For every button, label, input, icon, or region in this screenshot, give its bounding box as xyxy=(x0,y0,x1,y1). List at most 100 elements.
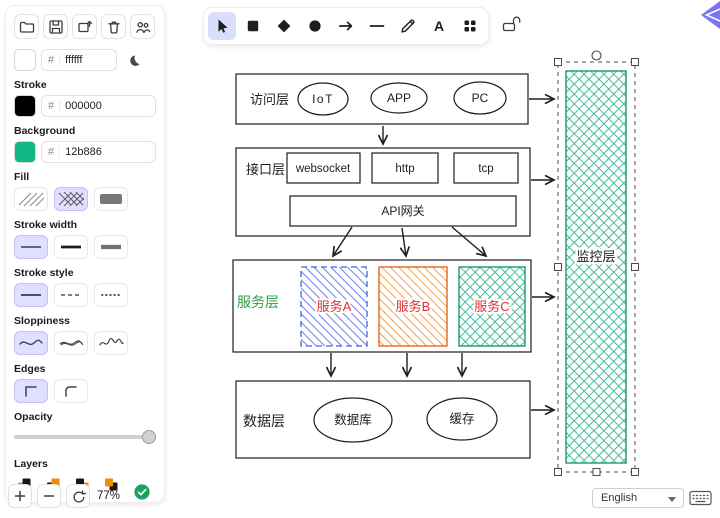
service-layer-title: 服务层 xyxy=(237,294,279,310)
sloppiness-options xyxy=(14,331,156,355)
stroke-width-bold-button[interactable] xyxy=(54,235,88,259)
stroke-color-input[interactable] xyxy=(65,100,149,112)
resize-handle-sw[interactable] xyxy=(555,469,562,476)
opacity-slider[interactable] xyxy=(14,429,156,445)
resize-handle-se[interactable] xyxy=(632,469,639,476)
zoom-out-button[interactable] xyxy=(37,484,61,508)
draw-tool[interactable] xyxy=(394,12,422,40)
save-button[interactable] xyxy=(43,14,68,39)
ellipse-icon xyxy=(306,17,324,35)
canvas-color-row: # xyxy=(14,49,156,71)
background-color-input[interactable] xyxy=(65,146,149,158)
arrow-tool[interactable] xyxy=(332,12,360,40)
cursor-icon xyxy=(213,17,231,35)
selection-tool[interactable] xyxy=(208,12,236,40)
file-actions-row xyxy=(14,14,156,39)
canvas-color-swatch[interactable] xyxy=(14,49,36,71)
rectangle-tool[interactable] xyxy=(239,12,267,40)
monitor-layer-group[interactable]: 监控层 xyxy=(566,71,626,463)
interface-layer-title: 接口层 xyxy=(246,162,285,177)
fill-hachure-button[interactable] xyxy=(14,187,48,211)
database-label: 数据库 xyxy=(334,412,372,427)
cache-label: 缓存 xyxy=(449,412,474,426)
stroke-color-row: # xyxy=(14,95,156,117)
collaborators-button[interactable] xyxy=(130,14,155,39)
stroke-width-thin-button[interactable] xyxy=(14,235,48,259)
delete-button[interactable] xyxy=(101,14,126,39)
canvas-color-input[interactable] xyxy=(65,54,110,66)
stroke-color-swatch[interactable] xyxy=(14,95,36,117)
edges-options xyxy=(14,379,156,403)
stroke-style-dotted-button[interactable] xyxy=(94,283,128,307)
keyboard-shortcuts-button[interactable] xyxy=(689,490,712,509)
diamond-icon xyxy=(275,17,293,35)
stroke-style-dashed-button[interactable] xyxy=(54,283,88,307)
stroke-width-options xyxy=(14,235,156,259)
resize-handle-e[interactable] xyxy=(632,264,639,271)
arrow-gateway-to-service-b[interactable] xyxy=(402,228,406,256)
interface-layer-group[interactable]: 接口层 websocket http tcp API网关 xyxy=(236,148,530,236)
dotted-line-icon xyxy=(98,288,124,302)
line-tool[interactable] xyxy=(363,12,391,40)
arrow-gateway-to-service-c[interactable] xyxy=(452,227,486,256)
fill-solid-button[interactable] xyxy=(94,187,128,211)
sloppiness-architect-button[interactable] xyxy=(14,331,48,355)
check-badge-icon xyxy=(133,483,151,501)
status-check xyxy=(133,483,151,506)
stroke-width-extrabold-button[interactable] xyxy=(94,235,128,259)
minus-icon xyxy=(43,490,55,502)
zoom-in-button[interactable] xyxy=(8,484,32,508)
diamond-tool[interactable] xyxy=(270,12,298,40)
resize-handle-nw[interactable] xyxy=(555,59,562,66)
dark-mode-toggle[interactable] xyxy=(122,49,144,71)
resize-handle-s[interactable] xyxy=(593,469,600,476)
cartoonist-icon xyxy=(98,336,124,350)
open-button[interactable] xyxy=(14,14,39,39)
fill-crosshatch-button[interactable] xyxy=(54,187,88,211)
keyboard-icon xyxy=(689,490,712,506)
text-tool[interactable]: A xyxy=(425,12,453,40)
ellipse-tool[interactable] xyxy=(301,12,329,40)
resize-handle-ne[interactable] xyxy=(632,59,639,66)
bold-line-icon xyxy=(58,240,84,254)
monitor-layer-box[interactable] xyxy=(566,71,626,463)
library-tool[interactable] xyxy=(456,12,484,40)
http-label: http xyxy=(395,163,414,175)
sharp-corner-icon xyxy=(22,382,40,400)
text-tool-icon: A xyxy=(434,18,444,34)
arrow-gateway-to-service-a[interactable] xyxy=(333,227,352,256)
edges-round-button[interactable] xyxy=(54,379,88,403)
lock-toggle[interactable] xyxy=(501,15,521,36)
stroke-width-section-label: Stroke width xyxy=(14,219,156,231)
thin-line-icon xyxy=(18,240,44,254)
fill-section-label: Fill xyxy=(14,171,156,183)
rotate-handle[interactable] xyxy=(592,51,601,60)
save-icon xyxy=(48,19,64,35)
edges-sharp-button[interactable] xyxy=(14,379,48,403)
sloppiness-cartoonist-button[interactable] xyxy=(94,331,128,355)
edges-section-label: Edges xyxy=(14,363,156,375)
data-layer-group[interactable]: 数据层 数据库 缓存 xyxy=(236,381,530,458)
stroke-style-solid-button[interactable] xyxy=(14,283,48,307)
access-layer-title: 访问层 xyxy=(250,92,289,107)
solid-fill-icon xyxy=(98,192,124,206)
opacity-section-label: Opacity xyxy=(14,411,156,423)
collaborator-cursor xyxy=(694,0,720,32)
background-color-field: # xyxy=(41,141,156,163)
sloppiness-artist-button[interactable] xyxy=(54,331,88,355)
export-image-button[interactable] xyxy=(72,14,97,39)
zoom-level[interactable]: 77% xyxy=(95,490,122,502)
zoom-reset-button[interactable] xyxy=(66,484,90,508)
collab-pointer-icon xyxy=(701,1,720,29)
stroke-color-field: # xyxy=(41,95,156,117)
background-section-label: Background xyxy=(14,125,156,137)
service-layer-group[interactable]: 服务层 服务A 服务B 服务C xyxy=(233,260,531,352)
artist-icon xyxy=(58,336,84,350)
canvas-color-field: # xyxy=(41,49,117,71)
access-layer-group[interactable]: 访问层 IoT APP PC xyxy=(236,74,528,124)
language-select[interactable]: English xyxy=(592,488,684,508)
websocket-label: websocket xyxy=(295,163,351,175)
background-color-swatch[interactable] xyxy=(14,141,36,163)
service-c-label: 服务C xyxy=(474,299,509,314)
resize-handle-w[interactable] xyxy=(555,264,562,271)
